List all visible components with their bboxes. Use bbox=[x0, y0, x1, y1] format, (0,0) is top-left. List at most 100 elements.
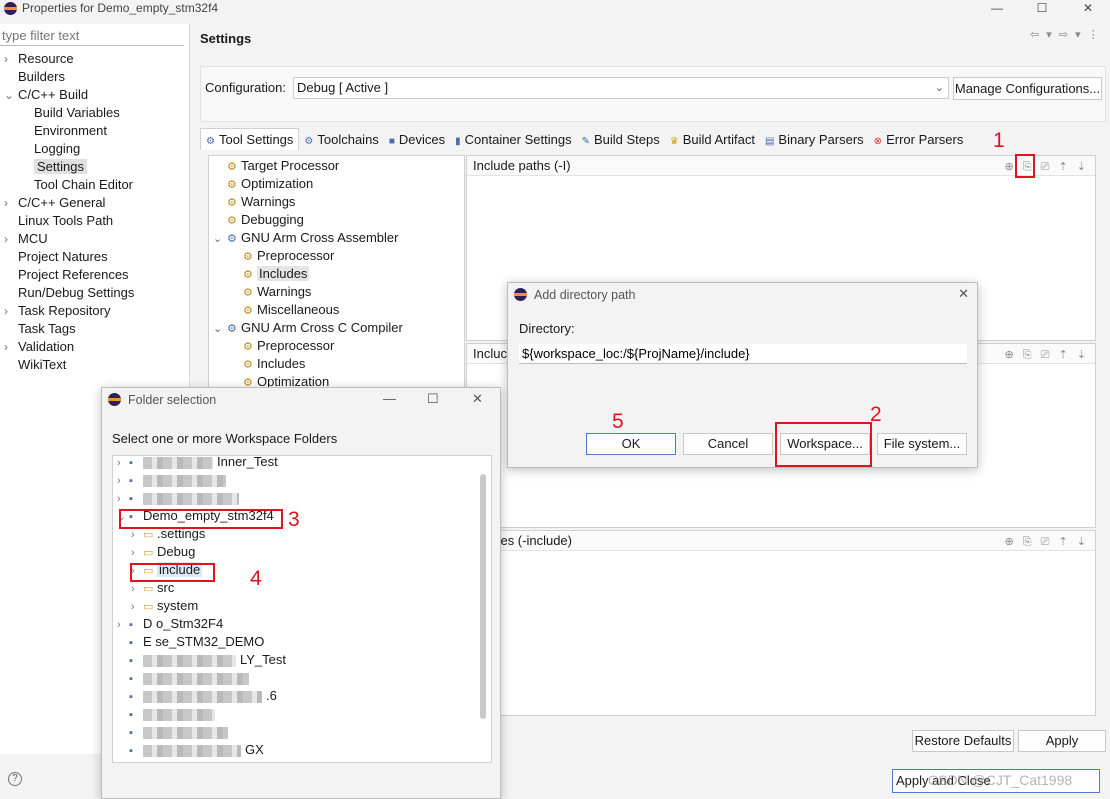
include-paths-header: Include paths (-I) bbox=[467, 156, 1095, 176]
chevron-right-icon[interactable]: › bbox=[131, 544, 143, 562]
tool-tree-item[interactable]: ⚙ Debugging bbox=[227, 211, 304, 229]
project-item[interactable]: ▪ bbox=[117, 705, 219, 723]
annotation-label-4: 4 bbox=[250, 567, 262, 590]
folder-item[interactable]: › ▭ system bbox=[131, 597, 198, 615]
tab[interactable]: ▤ Binary Parsers bbox=[760, 129, 869, 151]
option-icon: ⚙ bbox=[227, 197, 237, 209]
nav-item[interactable]: › C/C++ General bbox=[4, 194, 105, 212]
chevron-down-icon[interactable]: ⌄ bbox=[213, 230, 227, 248]
tab[interactable]: ▮ Container Settings bbox=[450, 129, 576, 151]
project-icon: ▪ bbox=[129, 493, 133, 505]
tool-tree-item[interactable]: ⚙ Warnings bbox=[227, 193, 295, 211]
nav-item[interactable]: Logging bbox=[20, 140, 80, 158]
chevron-right-icon[interactable]: › bbox=[4, 338, 18, 356]
tab[interactable]: ⚙ Tool Settings bbox=[200, 128, 300, 150]
project-item[interactable]: ▪ .6 bbox=[117, 687, 277, 705]
project-item[interactable]: › ▪ Inner_Test bbox=[117, 456, 278, 472]
nav-item[interactable]: › MCU bbox=[4, 230, 48, 248]
project-item[interactable]: ▪ bbox=[117, 669, 253, 687]
tool-tree-item[interactable]: ⚙ Optimization bbox=[227, 175, 313, 193]
chevron-right-icon[interactable]: › bbox=[4, 302, 18, 320]
close-icon[interactable]: ✕ bbox=[958, 286, 969, 302]
tool-tree-item[interactable]: ⚙ Miscellaneous bbox=[243, 301, 339, 319]
nav-item[interactable]: Project Natures bbox=[4, 248, 108, 266]
nav-item[interactable]: Run/Debug Settings bbox=[4, 284, 134, 302]
minimize-button[interactable]: — bbox=[975, 0, 1019, 18]
file-system-button[interactable]: File system... bbox=[877, 433, 967, 455]
manage-configurations-button[interactable]: Manage Configurations... bbox=[953, 77, 1102, 100]
list-toolbar-icons[interactable]: ⊕ ⎘ ⎚ ⇡ ⇣ bbox=[1005, 535, 1089, 549]
option-icon: ⚙ bbox=[227, 179, 237, 191]
tab[interactable]: ✎ Build Steps bbox=[577, 129, 665, 151]
nav-item[interactable]: › Validation bbox=[4, 338, 74, 356]
maximize-button[interactable]: ☐ bbox=[427, 391, 439, 407]
chevron-right-icon[interactable]: › bbox=[117, 472, 129, 490]
directory-input[interactable] bbox=[519, 344, 967, 364]
chevron-right-icon[interactable]: › bbox=[131, 580, 143, 598]
project-item[interactable]: › ▪ D o_Stm32F4 bbox=[117, 615, 223, 633]
settings-tabs: ⚙ Tool Settings ⚙ Toolchains ■ Devices ▮ Contai… bbox=[200, 128, 968, 150]
chevron-right-icon[interactable]: › bbox=[117, 456, 129, 472]
chevron-right-icon[interactable]: › bbox=[4, 50, 18, 68]
maximize-button[interactable]: ☐ bbox=[1020, 0, 1064, 18]
folder-item[interactable]: › ▭ Debug bbox=[131, 543, 195, 561]
nav-item[interactable]: Project References bbox=[4, 266, 129, 284]
nav-item[interactable]: Build Variables bbox=[20, 104, 120, 122]
chevron-down-icon[interactable]: ⌄ bbox=[4, 86, 18, 104]
project-item[interactable]: ▪ GX bbox=[117, 741, 264, 759]
nav-item[interactable]: Settings bbox=[20, 158, 87, 176]
chevron-right-icon[interactable]: › bbox=[117, 616, 129, 634]
include-panel-title: Incluc bbox=[473, 346, 507, 361]
tab[interactable]: ⊗ Error Parsers bbox=[869, 129, 969, 151]
history-nav-arrows[interactable]: ⇦ ▾ ⇨ ▾ ⋮ bbox=[1030, 28, 1101, 41]
restore-defaults-button[interactable]: Restore Defaults bbox=[912, 730, 1014, 752]
close-button[interactable]: ✕ bbox=[1066, 0, 1110, 18]
nav-item[interactable]: Environment bbox=[20, 122, 107, 140]
nav-item[interactable]: Builders bbox=[4, 68, 65, 86]
apply-button[interactable]: Apply bbox=[1018, 730, 1106, 752]
tab[interactable]: ■ Devices bbox=[384, 129, 450, 151]
nav-item[interactable]: › Resource bbox=[4, 50, 74, 68]
chevron-down-icon[interactable]: ⌄ bbox=[213, 320, 227, 338]
project-item[interactable]: ▪ LY_Test bbox=[117, 651, 286, 669]
nav-item[interactable]: Tool Chain Editor bbox=[20, 176, 133, 194]
chevron-right-icon[interactable]: › bbox=[4, 230, 18, 248]
chevron-right-icon[interactable]: › bbox=[131, 598, 143, 616]
cancel-button[interactable]: Cancel bbox=[683, 433, 773, 455]
tool-tree-item[interactable]: ⚙ Includes bbox=[243, 265, 310, 283]
close-icon[interactable]: ✕ bbox=[472, 391, 483, 407]
tab[interactable]: ♛ Build Artifact bbox=[665, 129, 760, 151]
tool-tree-item[interactable]: ⚙ Includes bbox=[243, 355, 305, 373]
title-bar: Properties for Demo_empty_stm32f4 — ☐ ✕ bbox=[0, 0, 1110, 18]
tool-tree-item[interactable]: ⚙ Preprocessor bbox=[243, 337, 334, 355]
tool-tree-item[interactable]: ⚙ Target Processor bbox=[227, 157, 339, 175]
redacted-text bbox=[143, 690, 262, 703]
help-icon[interactable]: ? bbox=[8, 772, 22, 786]
project-item[interactable]: › ▪ bbox=[117, 471, 230, 489]
tool-tree-item[interactable]: ⌄ ⚙ GNU Arm Cross C Compiler bbox=[213, 319, 403, 337]
option-icon: ⚙ bbox=[243, 305, 253, 317]
tool-tree-item[interactable]: ⚙ Preprocessor bbox=[243, 247, 334, 265]
project-item[interactable]: ▪ E se_STM32_DEMO bbox=[117, 633, 264, 651]
directory-label: Directory: bbox=[519, 321, 575, 336]
configuration-value: Debug [ Active ] bbox=[297, 80, 389, 95]
list-toolbar-icons[interactable]: ⊕ ⎘ ⎚ ⇡ ⇣ bbox=[1005, 348, 1089, 362]
tool-tree-item[interactable]: ⌄ ⚙ GNU Arm Cross Assembler bbox=[213, 229, 398, 247]
tab[interactable]: ⚙ Toolchains bbox=[299, 129, 383, 151]
tool-tree-item[interactable]: ⚙ Warnings bbox=[243, 283, 311, 301]
chevron-right-icon[interactable]: › bbox=[4, 194, 18, 212]
nav-item[interactable]: ⌄ C/C++ Build bbox=[4, 86, 88, 104]
nav-item[interactable]: Linux Tools Path bbox=[4, 212, 113, 230]
folder-scrollbar[interactable] bbox=[480, 474, 486, 719]
configuration-select[interactable]: Debug [ Active ] ⌄ bbox=[293, 77, 949, 99]
project-item[interactable]: ▪ bbox=[117, 723, 232, 741]
filter-input[interactable] bbox=[0, 26, 184, 46]
nav-item[interactable]: WikiText bbox=[4, 356, 66, 374]
chevron-right-icon[interactable]: › bbox=[117, 490, 129, 508]
nav-item[interactable]: Task Tags bbox=[4, 320, 76, 338]
ok-button[interactable]: OK bbox=[586, 433, 676, 455]
folder-icon: ▭ bbox=[143, 583, 154, 595]
project-item[interactable]: › ▪ bbox=[117, 489, 243, 507]
minimize-button[interactable]: — bbox=[383, 391, 396, 406]
nav-item[interactable]: › Task Repository bbox=[4, 302, 110, 320]
